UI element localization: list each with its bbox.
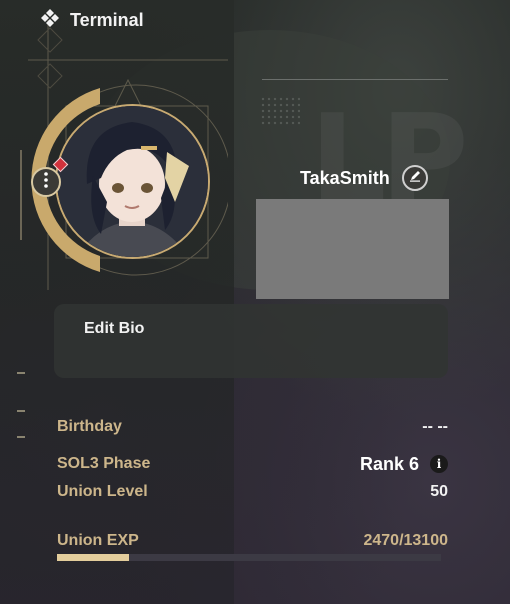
sol3-phase-value: Rank 6 (359, 453, 419, 474)
more-vertical-icon (43, 171, 49, 193)
edit-name-button[interactable] (401, 165, 428, 191)
union-level-value: 50 (430, 483, 448, 500)
union-exp-progress-fill (57, 554, 130, 561)
namecard-image (256, 199, 449, 299)
sol3-phase-row: Rank 6 i (360, 454, 448, 474)
divider-line (262, 79, 448, 80)
header: Terminal (40, 8, 144, 32)
pencil-icon (409, 169, 421, 187)
birthday-label: Birthday (57, 418, 122, 435)
side-rule (20, 150, 22, 240)
options-button[interactable] (31, 167, 61, 197)
page-title: Terminal (70, 9, 144, 30)
dot-grid-decoration (260, 96, 300, 126)
avatar[interactable] (55, 104, 210, 259)
union-exp-label: Union EXP (57, 532, 139, 549)
birthday-value: -- -- (422, 418, 448, 435)
side-tick (17, 372, 25, 374)
union-exp-value: 2470/13100 (363, 532, 448, 549)
side-tick (17, 410, 25, 412)
union-level-label: Union Level (57, 483, 148, 500)
username-row: TakaSmith (300, 165, 428, 191)
diamond-cluster-icon (40, 8, 60, 33)
side-tick (17, 436, 25, 438)
union-exp-progress-bar (57, 554, 441, 561)
sol3-phase-label: SOL3 Phase (57, 455, 151, 472)
edit-bio-box[interactable]: Edit Bio (54, 304, 448, 378)
edit-bio-label: Edit Bio (84, 320, 145, 337)
username: TakaSmith (300, 167, 390, 188)
info-icon[interactable]: i (430, 455, 448, 473)
